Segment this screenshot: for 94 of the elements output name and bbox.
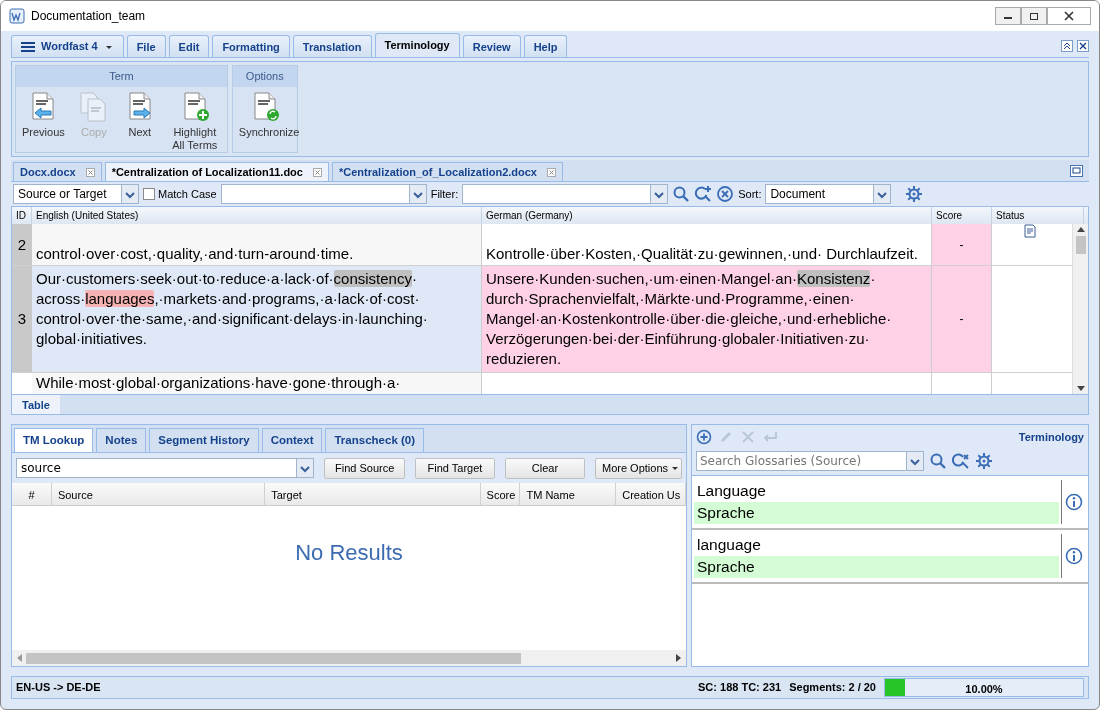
panel-tab[interactable]: TM Lookup: [14, 428, 94, 453]
source-segment[interactable]: While·most·global·organizations·have·gone·through·a·: [32, 373, 482, 394]
target-segment[interactable]: Unsere·Kunden·suchen,·um·einen·Mangel·an·Konsistenz· durch·Sprachenvielfalt,·Märkte·und·Programme,·einen· Mangel·an·Kostenkontrolle·über·die·gleiche,·und·erhebliche· Verzögerungen·bei·der·Einführung·globaler·Initiativen·zu· reduzieren.: [482, 266, 932, 372]
scroll-thumb[interactable]: [1075, 236, 1086, 254]
lookup-field[interactable]: source: [16, 458, 315, 479]
source-term: Language: [696, 481, 767, 501]
info-icon[interactable]: [1065, 547, 1083, 565]
column-header[interactable]: Target: [265, 483, 481, 506]
scroll-left-icon[interactable]: [16, 654, 22, 662]
app-menu-button[interactable]: Wordfast 4: [11, 35, 124, 57]
empty-message: No Results: [295, 539, 403, 568]
column-header[interactable]: Score: [480, 483, 521, 506]
panel-tab[interactable]: Context: [261, 428, 323, 453]
lookup-button[interactable]: Find Target: [414, 457, 495, 479]
menu-icon: [21, 40, 35, 53]
group-title: Options: [232, 66, 297, 87]
maximize-icon[interactable]: [1070, 164, 1083, 177]
source-segment[interactable]: control·over·cost,·quality,·and·turn-around·time.: [32, 224, 482, 265]
scrollbar[interactable]: [1072, 224, 1088, 394]
clear-icon[interactable]: [716, 185, 735, 203]
segment-id: 2: [12, 224, 32, 265]
clear-search-icon[interactable]: [952, 452, 970, 470]
scroll-thumb[interactable]: [26, 652, 521, 664]
ribbon-button[interactable]: Highlight All Terms: [162, 86, 227, 156]
column-header[interactable]: Creation Us: [616, 483, 686, 506]
sort-dropdown[interactable]: Document: [765, 184, 892, 204]
target-term: Sprache: [694, 502, 1059, 524]
group-title: Term: [16, 66, 227, 87]
ribbon-tab[interactable]: File: [126, 35, 166, 57]
search-add-icon[interactable]: [694, 185, 713, 203]
glossary-entry[interactable]: language Sprache: [692, 530, 1088, 584]
document-tab[interactable]: Docx.docx: [13, 162, 102, 181]
target-term: Sprache: [694, 556, 1059, 578]
checkbox[interactable]: [143, 188, 155, 200]
filter-field[interactable]: [462, 184, 669, 204]
close-icon[interactable]: [1077, 39, 1089, 52]
scroll-right-icon[interactable]: [676, 654, 682, 662]
minimize-button[interactable]: [995, 7, 1021, 25]
restore-icon: [1029, 11, 1039, 21]
score-value: -: [959, 236, 964, 254]
document-tab[interactable]: *Centralization of Localization11.doc: [104, 162, 329, 181]
view-tab[interactable]: Table: [12, 395, 60, 414]
ribbon-tab[interactable]: Help: [523, 35, 568, 57]
filter-label: Filter:: [430, 186, 459, 202]
ribbon-button[interactable]: Next: [116, 86, 163, 156]
panel-title: Terminology: [1018, 429, 1084, 445]
lookup-button[interactable]: Find Source: [324, 457, 405, 479]
ribbon-button[interactable]: Synchronize: [232, 86, 297, 143]
close-icon: [1064, 11, 1074, 21]
locale-pair: EN-US -> DE-DE: [16, 680, 101, 696]
column-header[interactable]: #: [12, 483, 52, 506]
column-header[interactable]: Source: [51, 483, 266, 506]
ribbon-tab[interactable]: Review: [462, 35, 521, 57]
segment-count: Segments: 2 / 20: [789, 680, 876, 696]
settings-icon[interactable]: [975, 452, 993, 470]
info-icon[interactable]: [1065, 493, 1083, 511]
document-tab[interactable]: *Centralization_of_Localization2.docx: [331, 162, 563, 181]
ribbon-tab[interactable]: Formatting: [212, 35, 290, 57]
close-button[interactable]: [1047, 7, 1091, 25]
add-icon[interactable]: [696, 429, 712, 445]
app-logo-icon: [9, 8, 25, 24]
panel-tab[interactable]: Transcheck (0): [325, 428, 425, 453]
match-case-checkbox[interactable]: Match Case: [143, 185, 217, 203]
glossary-entry[interactable]: Language Sprache: [692, 476, 1088, 530]
progress-label: 10.00%: [964, 682, 1004, 697]
panel-tab[interactable]: Segment History: [149, 428, 259, 453]
panel-tab[interactable]: Notes: [96, 428, 147, 453]
search-icon[interactable]: [929, 452, 947, 470]
note-icon: [1023, 224, 1037, 238]
more-options-button[interactable]: More Options: [594, 457, 682, 479]
scope-dropdown[interactable]: Source or Target: [13, 184, 139, 204]
glossary-search-field[interactable]: Search Glossaries (Source): [696, 451, 924, 471]
ribbon-tab[interactable]: Translation: [292, 35, 372, 57]
search-field[interactable]: [220, 184, 427, 204]
ribbon-button[interactable]: Previous: [16, 86, 71, 156]
column-header[interactable]: TM Name: [520, 483, 617, 506]
segment-id: 3: [12, 266, 32, 372]
scroll-down-icon[interactable]: [1076, 386, 1085, 392]
scrollbar[interactable]: [12, 650, 686, 666]
sort-label: Sort:: [738, 186, 762, 202]
settings-icon[interactable]: [905, 185, 924, 203]
window-title: Documentation_team: [31, 8, 146, 25]
source-segment[interactable]: Our·customers·seek·out·to·reduce·a·lack·of·consistency· across·languages,·markets·and·programs,·a·lack·of·cost· control·over·the·same,·and·significant·delays·in·launching· global·initiatives.: [32, 266, 482, 372]
restore-button[interactable]: [1021, 7, 1047, 25]
source-term: language: [696, 535, 762, 555]
scroll-up-icon[interactable]: [1076, 226, 1085, 232]
score-value: -: [959, 311, 964, 328]
ribbon-tab[interactable]: Edit: [168, 35, 210, 57]
ribbon-tab[interactable]: Terminology: [374, 33, 460, 57]
search-icon[interactable]: [672, 185, 691, 203]
caret-icon: [671, 464, 679, 473]
lookup-button[interactable]: Clear: [504, 457, 585, 479]
character-counts: SC: 188 TC: 231: [698, 680, 782, 696]
collapse-ribbon-icon[interactable]: [1061, 39, 1073, 52]
